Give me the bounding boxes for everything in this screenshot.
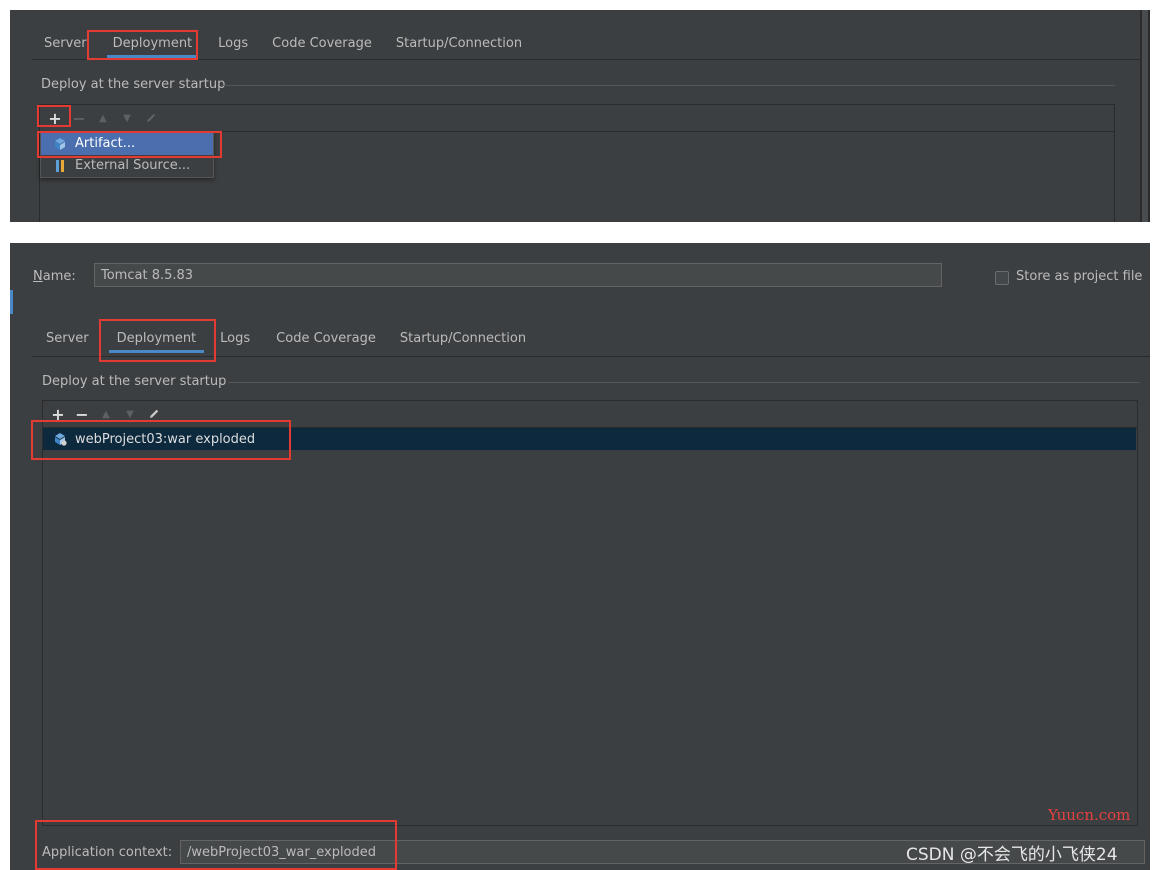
popup-item-label: Artifact... [75, 136, 136, 151]
left-accent-bar [10, 290, 13, 314]
bottom-group-line [228, 382, 1140, 383]
watermark-author: CSDN @不会飞的小飞侠24 [906, 845, 1118, 865]
bottom-tab-deployment[interactable]: Deployment [101, 325, 213, 353]
add-button[interactable]: + [46, 109, 64, 128]
top-tab-logs[interactable]: Logs [206, 30, 260, 58]
top-scrollbar[interactable] [1140, 10, 1150, 222]
bottom-tabs-divider [32, 356, 1150, 357]
edit-pencil-icon[interactable] [142, 109, 160, 127]
bottom-list-toolbar: + − ▲ ▼ [43, 401, 1137, 428]
bottom-tab-code-coverage[interactable]: Code Coverage [264, 325, 388, 353]
remove-button[interactable]: − [70, 109, 88, 128]
watermark-site: Yuucn.com [1048, 806, 1131, 824]
edit-pencil-icon[interactable] [145, 405, 163, 423]
deployment-item-label: webProject03:war exploded [75, 431, 256, 447]
top-tab-server[interactable]: Server [34, 30, 99, 58]
external-source-icon [53, 159, 67, 173]
move-down-button[interactable]: ▼ [121, 405, 139, 423]
remove-button[interactable]: − [73, 405, 91, 424]
artifact-icon [53, 137, 67, 151]
top-list-toolbar: + − ▲ ▼ [40, 105, 1114, 132]
bottom-tab-logs[interactable]: Logs [212, 325, 264, 353]
top-tab-deployment[interactable]: Deployment [99, 30, 207, 58]
application-context-label: Application context: [42, 845, 173, 860]
add-button[interactable]: + [49, 405, 67, 424]
popup-item-external-source[interactable]: External Source... [41, 155, 213, 177]
top-run-config-panel: Server Deployment Logs Code Coverage Sta… [10, 10, 1150, 222]
top-tabs-divider [32, 59, 1140, 60]
top-tab-bar: Server Deployment Logs Code Coverage Sta… [34, 30, 534, 58]
name-label: Name: [33, 269, 76, 284]
artifact-icon [53, 432, 67, 446]
top-group-line [222, 85, 1115, 86]
move-down-button[interactable]: ▼ [118, 109, 136, 127]
popup-item-label: External Source... [75, 158, 191, 173]
top-group-title: Deploy at the server startup [41, 77, 226, 92]
name-input[interactable] [94, 263, 942, 287]
bottom-tab-bar: Server Deployment Logs Code Coverage Sta… [36, 325, 538, 353]
top-tab-code-coverage[interactable]: Code Coverage [260, 30, 384, 58]
popup-item-artifact[interactable]: Artifact... [41, 133, 213, 155]
move-up-button[interactable]: ▲ [94, 109, 112, 127]
bottom-tab-server[interactable]: Server [36, 325, 101, 353]
move-up-button[interactable]: ▲ [97, 405, 115, 423]
deployment-list-item[interactable]: webProject03:war exploded [43, 428, 1136, 450]
bottom-deploy-list: + − ▲ ▼ [42, 400, 1138, 826]
bottom-tab-startup-connection[interactable]: Startup/Connection [388, 325, 538, 353]
bottom-group-title: Deploy at the server startup [42, 374, 227, 389]
add-dropdown-popup: Artifact... External Source... [40, 132, 214, 178]
store-as-project-file-label[interactable]: Store as project file [1016, 269, 1142, 284]
top-tab-startup-connection[interactable]: Startup/Connection [384, 30, 534, 58]
store-as-project-file-checkbox[interactable] [995, 271, 1009, 285]
bottom-run-config-panel: Name: Store as project file Server Deplo… [10, 243, 1150, 870]
